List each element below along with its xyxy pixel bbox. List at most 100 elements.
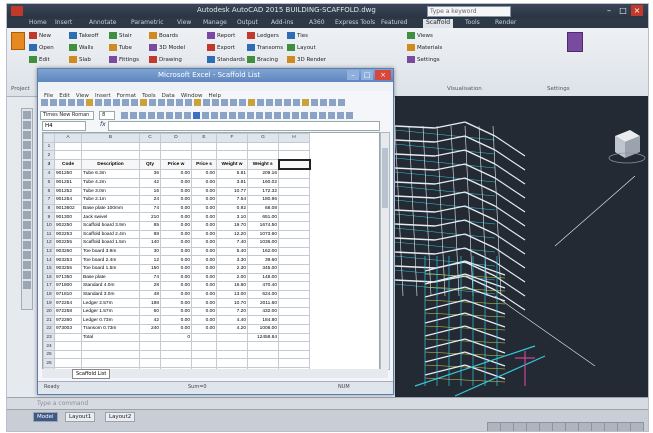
row-number[interactable]: 1 (43, 141, 55, 152)
cell[interactable] (160, 141, 192, 152)
row-number[interactable]: 5 (43, 177, 55, 188)
cell[interactable]: 0.00 (191, 298, 217, 308)
format-button-icon[interactable] (166, 112, 174, 119)
cell[interactable]: 0.00 (160, 315, 192, 326)
cell[interactable]: 12 (139, 255, 161, 265)
cell[interactable]: 0.00 (191, 263, 217, 274)
cell[interactable]: Transom 0.73m (81, 324, 140, 334)
cell[interactable]: 13.00 (216, 289, 248, 300)
cell[interactable] (191, 141, 217, 152)
row-number[interactable]: 26 (43, 358, 55, 369)
cell[interactable] (278, 281, 310, 291)
cell[interactable]: 0.00 (191, 324, 217, 334)
cell[interactable]: Scaffold board 1.5m (81, 238, 140, 248)
cell[interactable] (278, 324, 310, 334)
vertical-scrollbar[interactable] (380, 132, 390, 370)
ribbon-button-3d-render[interactable]: 3D Render (287, 56, 326, 63)
format-button-icon[interactable] (346, 112, 354, 119)
cell[interactable]: 0.00 (160, 220, 192, 231)
cell[interactable] (81, 150, 140, 161)
cell[interactable]: 0.00 (160, 263, 192, 274)
row-number[interactable]: 10 (43, 220, 55, 231)
row-number[interactable]: 8 (43, 203, 55, 214)
cell[interactable]: 902253 (54, 229, 82, 240)
status-toggle-icon[interactable] (487, 422, 501, 431)
ribbon-button-slab[interactable]: Slab (69, 56, 91, 63)
row-number[interactable]: 12 (43, 238, 55, 248)
status-toggle-icon[interactable] (578, 422, 592, 431)
ribbon-button-tube[interactable]: Tube (109, 44, 132, 51)
cell[interactable]: 7.54 (216, 195, 248, 205)
font-name-select[interactable]: Times New Roman (40, 111, 94, 120)
cell[interactable]: 0.00 (191, 289, 217, 300)
format-button-icon[interactable] (184, 112, 192, 119)
render-large-icon[interactable] (567, 32, 583, 52)
cell[interactable]: 0.00 (160, 203, 192, 214)
cell[interactable]: 88 (139, 229, 161, 240)
draw-tool-icon[interactable] (23, 131, 31, 139)
row-number[interactable]: 11 (43, 229, 55, 240)
row-number[interactable]: 17 (43, 281, 55, 291)
spreadsheet-grid[interactable]: A B C D E F G H 1 2 3 Code Description Qty Price w Pric… (42, 132, 380, 370)
draw-tool-icon[interactable] (23, 271, 31, 279)
row-number[interactable]: 21 (43, 315, 55, 326)
name-box[interactable]: H4 (42, 121, 86, 131)
tab-insert[interactable]: Insert (55, 19, 72, 26)
cell[interactable] (278, 341, 310, 351)
status-toggle-icon[interactable] (526, 422, 540, 431)
cell[interactable]: 624.00 (247, 289, 279, 300)
cell[interactable] (278, 315, 310, 326)
cell[interactable] (139, 341, 161, 351)
cell[interactable] (278, 358, 310, 369)
ribbon-button-report[interactable]: Report (207, 32, 235, 39)
draw-tool-icon[interactable] (23, 211, 31, 219)
cell[interactable]: Description (81, 159, 140, 170)
format-button-icon[interactable] (193, 112, 201, 119)
ribbon-button-boards[interactable]: Boards (149, 32, 178, 39)
cell[interactable]: 973003 (54, 324, 82, 334)
ribbon-button-3d-model[interactable]: 3D Model (149, 44, 185, 51)
column-header[interactable]: H (278, 133, 310, 143)
cell[interactable]: 10.77 (216, 186, 248, 197)
format-button-icon[interactable] (274, 112, 282, 119)
cell[interactable]: 12458.84 (247, 332, 279, 343)
cell[interactable]: 4.40 (216, 315, 248, 326)
cell[interactable]: Tube 2.1m (81, 195, 140, 205)
cell[interactable]: 9013602 (54, 203, 82, 214)
ribbon-button-export[interactable]: Export (207, 44, 235, 51)
fx-icon[interactable]: fx (100, 121, 106, 128)
cell[interactable]: 0.00 (160, 306, 192, 317)
cell[interactable]: 0.00 (191, 203, 217, 214)
formula-bar[interactable] (108, 121, 380, 131)
cell[interactable] (278, 272, 310, 283)
draw-tool-icon[interactable] (23, 181, 31, 189)
cell[interactable]: 902250 (54, 220, 82, 231)
cell[interactable] (278, 186, 310, 197)
tab-a360[interactable]: A360 (309, 19, 325, 26)
draw-tool-icon[interactable] (23, 191, 31, 199)
cell[interactable] (278, 263, 310, 274)
command-line[interactable]: Type a command (7, 397, 648, 409)
cell[interactable]: 0.00 (191, 229, 217, 240)
column-header[interactable]: B (81, 133, 140, 143)
cell[interactable]: 0.00 (160, 186, 192, 197)
cell[interactable] (247, 150, 279, 161)
column-header[interactable]: D (160, 133, 192, 143)
cell[interactable]: 184.80 (247, 315, 279, 326)
row-number[interactable]: 16 (43, 272, 55, 283)
tab-parametric[interactable]: Parametric (131, 19, 164, 26)
cell[interactable]: 162.00 (247, 246, 279, 257)
cell[interactable]: 470.40 (247, 281, 279, 291)
cell[interactable] (139, 332, 161, 343)
status-toggle-icon[interactable] (539, 422, 553, 431)
cell[interactable]: 1073.60 (247, 229, 279, 240)
ribbon-button-views[interactable]: Views (407, 32, 433, 39)
cell[interactable]: Standard 4.0m (81, 281, 140, 291)
cell[interactable]: 0.00 (191, 315, 217, 326)
cell[interactable] (278, 212, 310, 222)
ribbon-button-ties[interactable]: Ties (287, 32, 308, 39)
cell[interactable]: 0.00 (160, 289, 192, 300)
format-button-icon[interactable] (157, 112, 165, 119)
cell[interactable]: Jack swivel (81, 212, 140, 222)
tab-output[interactable]: Output (237, 19, 258, 26)
